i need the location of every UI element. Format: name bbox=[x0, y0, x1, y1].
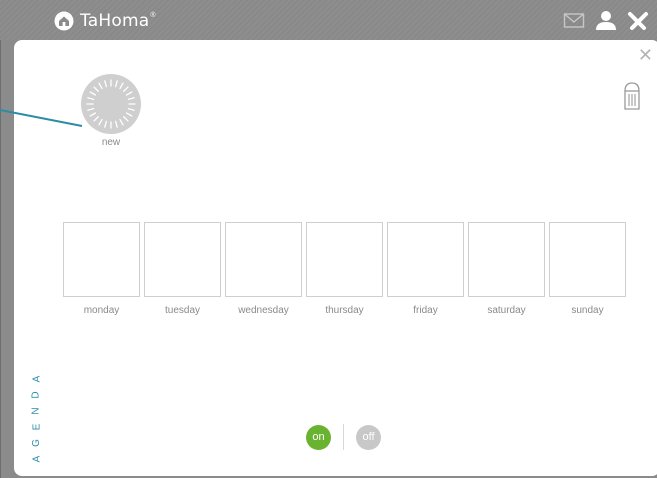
tools-icon[interactable] bbox=[627, 9, 649, 31]
day-saturday: saturday bbox=[468, 222, 545, 316]
day-label: monday bbox=[83, 305, 120, 316]
day-monday: monday bbox=[63, 222, 140, 316]
weekday-grid: monday tuesday wednesday thursday friday… bbox=[63, 222, 626, 316]
brand-name: TaHoma bbox=[80, 11, 150, 31]
on-button[interactable]: on bbox=[306, 424, 331, 450]
day-thursday: thursday bbox=[306, 222, 383, 316]
day-label: saturday bbox=[487, 305, 526, 316]
day-sunday: sunday bbox=[549, 222, 626, 316]
on-off-toggle: on off bbox=[306, 424, 381, 450]
day-slot-friday[interactable] bbox=[387, 222, 464, 297]
user-icon[interactable] bbox=[595, 9, 617, 31]
day-label: friday bbox=[413, 305, 438, 316]
day-slot-wednesday[interactable] bbox=[225, 222, 302, 297]
registered-mark: ® bbox=[150, 11, 156, 19]
house-icon bbox=[54, 11, 74, 31]
trash-icon[interactable] bbox=[623, 81, 641, 111]
day-label: wednesday bbox=[238, 305, 289, 316]
day-friday: friday bbox=[387, 222, 464, 316]
agenda-letter: A bbox=[30, 455, 42, 463]
clock-dial-icon[interactable] bbox=[81, 74, 141, 134]
scenario-name: new bbox=[101, 137, 121, 148]
day-label: sunday bbox=[571, 305, 604, 316]
agenda-letter: N bbox=[30, 407, 42, 415]
day-slot-sunday[interactable] bbox=[549, 222, 626, 297]
day-label: thursday bbox=[325, 305, 364, 316]
toggle-divider bbox=[343, 424, 344, 450]
agenda-letter: G bbox=[31, 439, 42, 447]
close-icon[interactable]: ✕ bbox=[638, 46, 653, 64]
day-label: tuesday bbox=[164, 305, 201, 316]
agenda-letter: E bbox=[30, 423, 42, 431]
day-slot-tuesday[interactable] bbox=[144, 222, 221, 297]
agenda-letter: D bbox=[30, 391, 42, 399]
off-button[interactable]: off bbox=[356, 424, 381, 450]
day-slot-monday[interactable] bbox=[63, 222, 140, 297]
day-tuesday: tuesday bbox=[144, 222, 221, 316]
mail-icon[interactable] bbox=[563, 9, 585, 31]
agenda-tab[interactable]: A D N E G A bbox=[31, 374, 43, 464]
day-slot-saturday[interactable] bbox=[468, 222, 545, 297]
day-slot-thursday[interactable] bbox=[306, 222, 383, 297]
selection-connector bbox=[0, 109, 83, 127]
header-icons bbox=[563, 9, 649, 31]
day-wednesday: wednesday bbox=[225, 222, 302, 316]
top-bar: TaHoma ® bbox=[0, 0, 657, 40]
agenda-letter: A bbox=[30, 375, 42, 383]
tahoma-logo[interactable]: TaHoma ® bbox=[54, 9, 156, 33]
